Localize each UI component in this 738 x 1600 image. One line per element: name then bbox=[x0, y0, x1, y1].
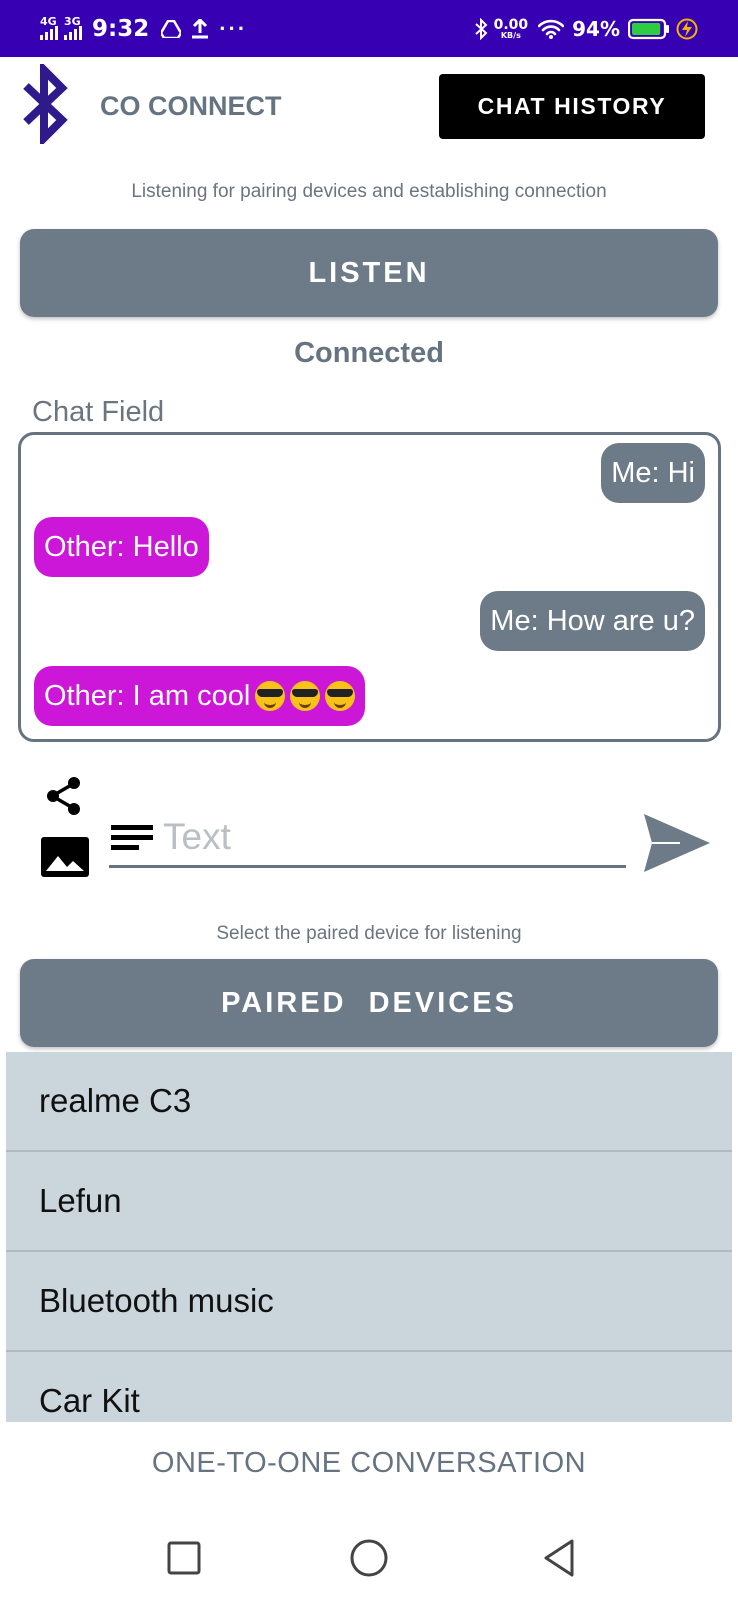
sunglasses-emoji-icon bbox=[255, 681, 286, 711]
share-icon[interactable] bbox=[44, 776, 84, 816]
recent-apps-icon[interactable] bbox=[162, 1536, 206, 1580]
wifi-icon bbox=[538, 19, 565, 39]
signal-3g-icon: 3G bbox=[64, 15, 82, 40]
bluetooth-logo-icon bbox=[20, 60, 76, 148]
speed-unit: KB/s bbox=[500, 31, 521, 40]
emoji-group bbox=[250, 681, 356, 711]
message-bubble-other: Other: I am cool bbox=[34, 666, 366, 726]
sunglasses-emoji-icon bbox=[325, 681, 356, 711]
app-title: CO CONNECT bbox=[100, 91, 282, 121]
paired-devices-button[interactable]: PAIRED DEVICES bbox=[20, 959, 718, 1047]
battery-icon bbox=[628, 18, 670, 40]
footer-label: ONE-TO-ONE CONVERSATION bbox=[151, 1447, 587, 1479]
paired-hint: Select the paired device for listening bbox=[216, 923, 522, 944]
drive-icon bbox=[161, 20, 182, 38]
signal-4g-icon: 4G bbox=[40, 15, 58, 40]
device-list[interactable]: realme C3 Lefun Bluetooth music Car Kit bbox=[6, 1052, 732, 1422]
message-text: Me: How are u? bbox=[490, 604, 695, 637]
listen-hint: Listening for pairing devices and establ… bbox=[131, 181, 607, 202]
charging-icon bbox=[676, 18, 698, 40]
text-lines-icon bbox=[111, 824, 153, 850]
message-text: Me: Hi bbox=[611, 456, 695, 489]
message-text-field[interactable] bbox=[163, 815, 603, 858]
message-text: Other: I am cool bbox=[44, 679, 251, 712]
upload-icon bbox=[191, 19, 209, 39]
device-item[interactable]: Bluetooth music bbox=[6, 1252, 732, 1352]
network-type-2: 3G bbox=[64, 15, 81, 28]
message-input[interactable] bbox=[109, 808, 626, 868]
message-bubble-me: Me: How are u? bbox=[480, 591, 705, 651]
system-nav-bar bbox=[0, 1520, 738, 1600]
listen-button[interactable]: LISTEN bbox=[20, 229, 718, 317]
network-type-1: 4G bbox=[40, 15, 57, 28]
clock: 9:32 bbox=[92, 16, 150, 42]
send-icon[interactable] bbox=[642, 812, 712, 874]
sunglasses-emoji-icon bbox=[290, 681, 321, 711]
image-icon[interactable] bbox=[40, 836, 90, 878]
battery-percent: 94% bbox=[572, 17, 620, 41]
home-icon[interactable] bbox=[347, 1536, 391, 1580]
network-speed: 0.00 KB/s bbox=[494, 18, 529, 40]
bluetooth-status-icon bbox=[474, 18, 488, 40]
more-notifications-icon: ··· bbox=[219, 16, 248, 41]
speed-value: 0.00 bbox=[493, 17, 529, 33]
chat-field-label: Chat Field bbox=[32, 396, 165, 428]
device-item[interactable]: realme C3 bbox=[6, 1052, 732, 1152]
device-item[interactable]: Lefun bbox=[6, 1152, 732, 1252]
chat-field[interactable]: Me: Hi Other: Hello Me: How are u? Other… bbox=[18, 432, 721, 742]
message-bubble-me: Me: Hi bbox=[601, 443, 705, 503]
back-icon[interactable] bbox=[538, 1536, 582, 1580]
chat-history-button[interactable]: CHAT HISTORY bbox=[439, 74, 705, 139]
message-text: Other: Hello bbox=[44, 530, 199, 563]
status-bar: 4G 3G 9:32 ··· 0.00 KB/s 94% bbox=[0, 0, 738, 57]
connection-status: Connected bbox=[294, 337, 444, 369]
message-bubble-other: Other: Hello bbox=[34, 517, 209, 577]
device-item[interactable]: Car Kit bbox=[6, 1352, 732, 1422]
